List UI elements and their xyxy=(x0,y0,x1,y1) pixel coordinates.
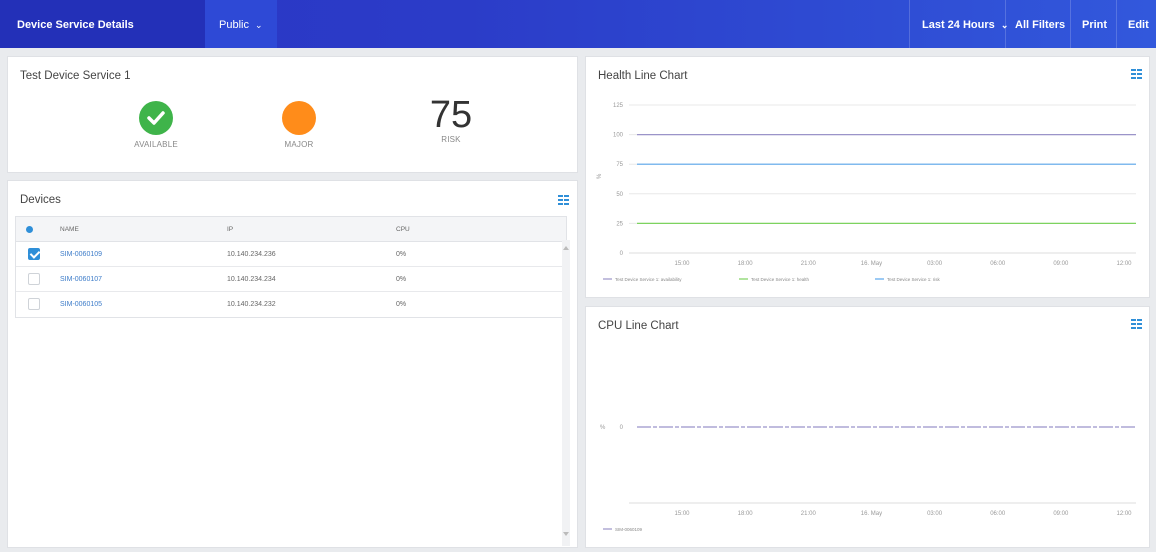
y-tick-label: 50 xyxy=(616,192,623,198)
health-ylabel: % xyxy=(597,173,603,179)
y-tick-label: 25 xyxy=(616,221,623,227)
x-tick-label: 12:00 xyxy=(1116,511,1132,517)
x-tick-label: 06:00 xyxy=(990,261,1006,267)
x-tick-label: 18:00 xyxy=(738,511,754,517)
x-tick-label: 03:00 xyxy=(927,261,943,267)
legend-label: SIM-0060109 xyxy=(615,527,643,532)
cpu-ylabel: % xyxy=(600,425,606,431)
legend-label: Test Device Service 1: availability xyxy=(615,277,682,282)
device-cpu: 0% xyxy=(396,251,407,258)
row-checkbox[interactable] xyxy=(28,298,40,310)
settings-icon[interactable] xyxy=(26,226,33,233)
scroll-down-arrow-icon[interactable] xyxy=(563,530,569,538)
all-filters-button[interactable]: All Filters xyxy=(1015,0,1065,48)
x-tick-label: 15:00 xyxy=(674,511,690,517)
service-status-panel: Test Device Service 1 AVAILABLE MAJOR 75… xyxy=(7,56,578,173)
service-title: Test Device Service 1 xyxy=(20,70,131,82)
device-name-link[interactable]: SIM-0060107 xyxy=(60,276,102,283)
column-header-ip[interactable]: IP xyxy=(227,226,233,233)
device-ip: 10.140.234.232 xyxy=(227,301,276,308)
risk-status: 75 RISK xyxy=(411,95,491,144)
x-tick-label: 16. May xyxy=(861,511,882,517)
device-name-link[interactable]: SIM-0060109 xyxy=(60,251,102,258)
devices-title: Devices xyxy=(20,194,61,206)
print-button[interactable]: Print xyxy=(1082,0,1107,48)
x-tick-label: 21:00 xyxy=(801,261,817,267)
y-tick-label: 0 xyxy=(620,251,624,257)
severity-circle-icon xyxy=(282,101,316,135)
health-chart-panel: Health Line Chart 0 25 50 75 100 125 15:00 18:… xyxy=(585,56,1150,298)
top-bar: Device Service Details Public ⌄ Last 24 H… xyxy=(0,0,1156,48)
x-tick-label: 16. May xyxy=(861,261,882,267)
grid-icon[interactable] xyxy=(558,195,569,206)
column-header-cpu[interactable]: CPU xyxy=(396,226,410,233)
time-range-label: Last 24 Hours xyxy=(922,19,995,31)
severity-label: MAJOR xyxy=(284,140,314,149)
risk-label: RISK xyxy=(441,135,461,144)
cpu-chart-panel: CPU Line Chart 0 15:00 18:00 21:00 16. May 0… xyxy=(585,306,1150,548)
health-line-chart: 0 25 50 75 100 125 15:00 18:00 21:00 16. May 03:0… xyxy=(597,103,1136,282)
row-checkbox[interactable] xyxy=(28,273,40,285)
table-row[interactable]: SIM-0060107 10.140.234.234 0% xyxy=(16,267,566,292)
device-name-link[interactable]: SIM-0060105 xyxy=(60,301,102,308)
devices-panel: Devices NAME IP CPU SIM-0060109 10.140.2… xyxy=(7,180,578,548)
table-row[interactable]: SIM-0060109 10.140.234.236 0% xyxy=(16,242,566,267)
x-tick-label: 09:00 xyxy=(1053,261,1069,267)
edit-button[interactable]: Edit xyxy=(1128,0,1149,48)
legend-label: Test Device Service 1: health xyxy=(751,277,810,282)
y-tick-label: 0 xyxy=(620,425,624,431)
scroll-up-arrow-icon[interactable] xyxy=(563,244,569,252)
cpu-line-chart: 0 15:00 18:00 21:00 16. May 03:00 06:00 09:00 1… xyxy=(600,425,1136,532)
y-tick-label: 100 xyxy=(613,133,624,139)
x-tick-label: 18:00 xyxy=(738,261,754,267)
devices-table: NAME IP CPU SIM-0060109 10.140.234.236 0… xyxy=(15,216,567,318)
chevron-down-icon: ⌄ xyxy=(254,20,263,30)
x-tick-label: 12:00 xyxy=(1116,261,1132,267)
y-tick-label: 125 xyxy=(613,103,624,109)
availability-label: AVAILABLE xyxy=(134,140,178,149)
x-tick-label: 15:00 xyxy=(674,261,690,267)
divider xyxy=(1005,0,1006,48)
severity-status: MAJOR xyxy=(259,101,339,149)
time-range-dropdown[interactable]: Last 24 Hours ⌄ xyxy=(922,0,1008,48)
device-cpu: 0% xyxy=(396,301,407,308)
divider xyxy=(1070,0,1071,48)
row-checkbox[interactable] xyxy=(28,248,40,260)
risk-value: 75 xyxy=(429,94,473,136)
visibility-dropdown[interactable]: Public ⌄ xyxy=(205,0,277,48)
x-tick-label: 06:00 xyxy=(990,511,1006,517)
legend-label: Test Device Service 1: risk xyxy=(887,277,941,282)
column-header-name[interactable]: NAME xyxy=(60,226,79,233)
device-ip: 10.140.234.234 xyxy=(227,276,276,283)
scrollbar[interactable] xyxy=(562,240,570,546)
y-tick-label: 75 xyxy=(616,162,623,168)
x-tick-label: 09:00 xyxy=(1053,511,1069,517)
divider xyxy=(1116,0,1117,48)
visibility-label: Public xyxy=(219,19,249,31)
check-circle-icon xyxy=(139,101,173,135)
x-tick-label: 03:00 xyxy=(927,511,943,517)
divider xyxy=(909,0,910,48)
availability-status: AVAILABLE xyxy=(116,101,196,149)
table-header: NAME IP CPU xyxy=(16,217,566,242)
device-ip: 10.140.234.236 xyxy=(227,251,276,258)
x-tick-label: 21:00 xyxy=(801,511,817,517)
device-cpu: 0% xyxy=(396,276,407,283)
page-title: Device Service Details xyxy=(0,0,205,48)
table-row[interactable]: SIM-0060105 10.140.234.232 0% xyxy=(16,292,566,317)
